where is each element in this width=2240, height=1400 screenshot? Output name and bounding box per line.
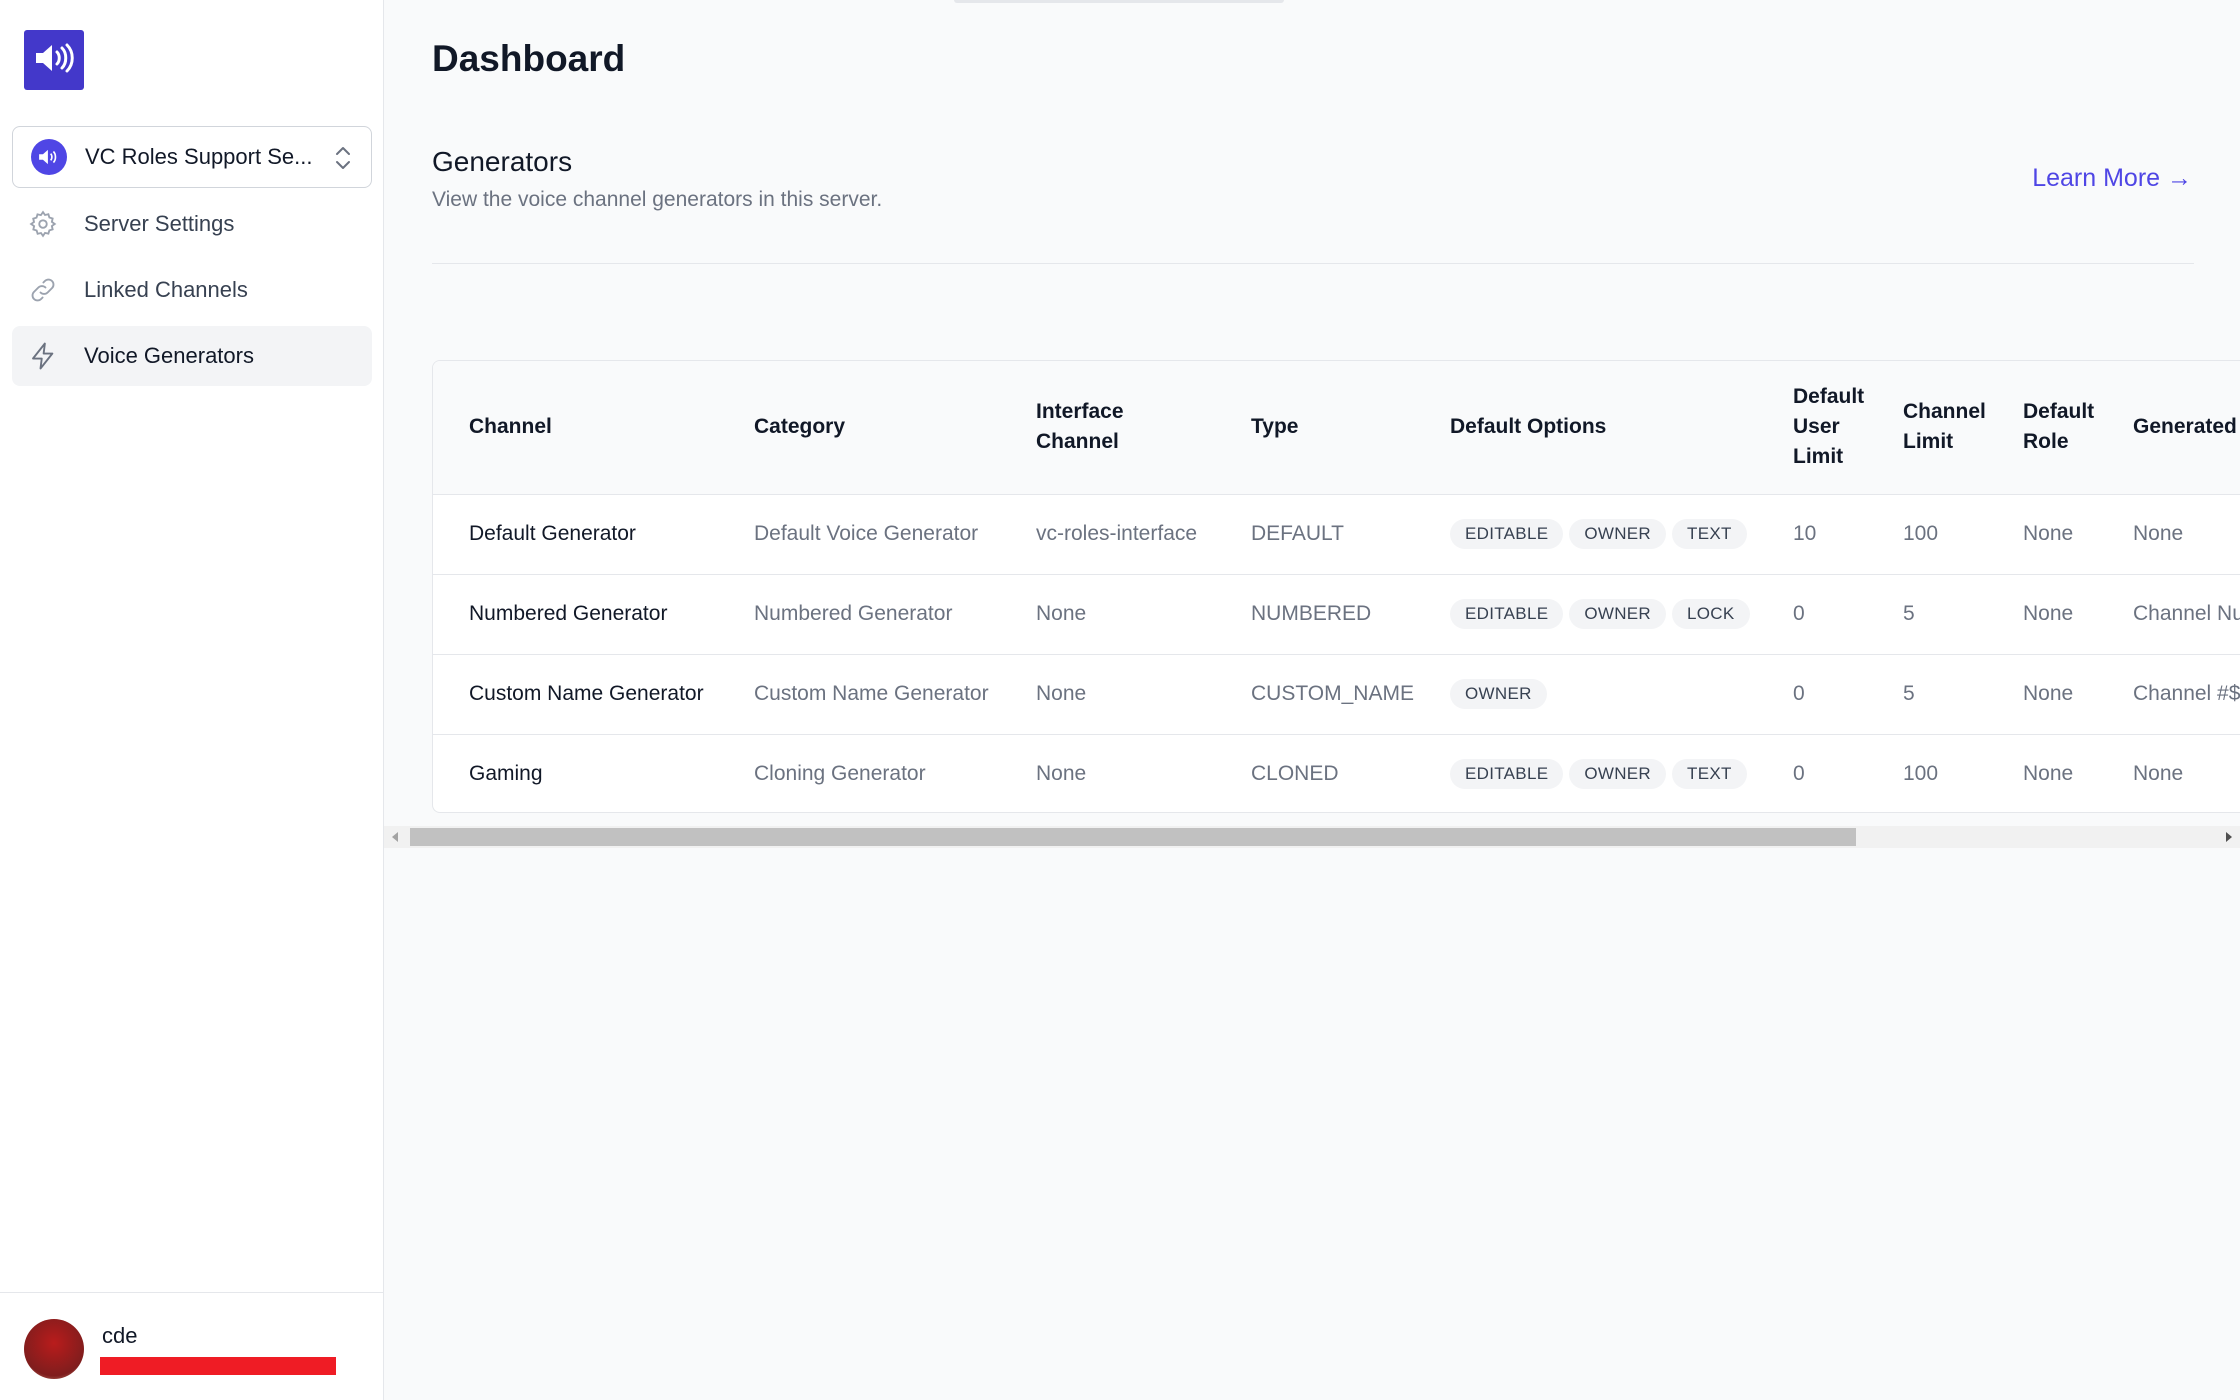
- cell-category: Custom Name Generator: [718, 654, 1000, 735]
- option-badge: EDITABLE: [1450, 519, 1564, 549]
- app-logo[interactable]: [24, 30, 84, 90]
- table-row[interactable]: Numbered Generator Numbered Generator None…: [433, 574, 2240, 655]
- table-header-row: Channel Category Interface Channel Type …: [433, 361, 2240, 495]
- table-row[interactable]: Default Generator Default Voice Generator…: [433, 494, 2240, 575]
- cell-user-limit: 0: [1793, 762, 1805, 786]
- option-badge: LOCK: [1672, 599, 1750, 629]
- cell-channel: Custom Name Generator: [433, 654, 718, 735]
- cell-type: CUSTOM_NAME: [1215, 654, 1414, 735]
- cell-options: EDITABLE OWNER LOCK: [1414, 574, 1757, 655]
- cell-interface: None: [1000, 654, 1215, 735]
- scrollbar-thumb[interactable]: [410, 828, 1856, 846]
- server-name: VC Roles Support Se...: [85, 144, 313, 169]
- cell-category: Default Voice Generator: [718, 494, 1000, 575]
- cell-generated: Channel #$: [2097, 654, 2240, 735]
- generators-table: Channel Category Interface Channel Type …: [433, 361, 2240, 812]
- lightning-icon: [26, 339, 60, 373]
- cell-type: CLONED: [1251, 762, 1339, 786]
- cell-channel-limit: 100: [1867, 494, 1987, 575]
- redacted-bar: [100, 1357, 336, 1375]
- page-title: Dashboard: [432, 38, 626, 79]
- sidebar-item-voice-generators[interactable]: Voice Generators: [12, 326, 372, 386]
- option-badge: EDITABLE: [1450, 759, 1564, 790]
- sidebar-item-label: Linked Channels: [84, 277, 248, 302]
- gear-icon: [26, 207, 60, 241]
- learn-more-link[interactable]: Learn More →: [2032, 164, 2192, 193]
- speaker-icon: [31, 139, 67, 175]
- cell-channel: Gaming: [469, 762, 543, 786]
- option-badge: OWNER: [1569, 759, 1667, 790]
- cell-channel: Numbered Generator: [433, 574, 718, 655]
- cell-user-limit: 10: [1757, 494, 1867, 575]
- cell-options: EDITABLE OWNER TEXT: [1414, 494, 1757, 575]
- table-row[interactable]: Custom Name Generator Custom Name Generat…: [433, 654, 2240, 735]
- cell-options: EDITABLE OWNER TEXT: [1414, 734, 1757, 812]
- table-row[interactable]: Gaming Cloning Generator None CLONED EDITABL…: [433, 734, 2240, 812]
- cell-interface: None: [1036, 762, 1087, 786]
- main-content: Dashboard Generators View the voice chan…: [384, 0, 2240, 1400]
- option-badge: OWNER: [1569, 599, 1667, 629]
- cell-user-limit: 0: [1757, 574, 1867, 655]
- column-header: Generated: [2097, 361, 2240, 495]
- cell-channel-limit: 5: [1867, 574, 1987, 655]
- cell-user-limit: 0: [1757, 654, 1867, 735]
- cell-generated: Channel Nu: [2097, 574, 2240, 655]
- chevron-up-down-icon: [333, 143, 353, 178]
- username: cde: [102, 1323, 138, 1348]
- cell-interface: None: [1000, 574, 1215, 655]
- column-header: Channel: [433, 361, 718, 495]
- horizontal-scrollbar[interactable]: [384, 826, 2240, 848]
- cell-category: Numbered Generator: [718, 574, 1000, 655]
- cell-type: DEFAULT: [1215, 494, 1414, 575]
- column-header: Default Options: [1414, 361, 1757, 495]
- sidebar-item-label: Server Settings: [84, 211, 235, 236]
- option-badge: TEXT: [1672, 519, 1747, 549]
- option-badge: TEXT: [1672, 759, 1747, 790]
- sidebar-item-label: Voice Generators: [84, 343, 254, 368]
- cell-interface: vc-roles-interface: [1000, 494, 1215, 575]
- speaker-icon: [34, 42, 74, 79]
- option-badge: OWNER: [1450, 679, 1547, 709]
- column-header: Interface Channel: [1000, 361, 1215, 495]
- cell-options: OWNER: [1414, 654, 1757, 735]
- option-badge: EDITABLE: [1450, 599, 1564, 629]
- column-header: Category: [718, 361, 1000, 495]
- link-icon: [26, 273, 60, 307]
- scroll-right-icon[interactable]: [2226, 832, 2232, 842]
- cell-generated: None: [2097, 494, 2240, 575]
- cell-channel-limit: 5: [1867, 654, 1987, 735]
- scroll-left-icon[interactable]: [392, 832, 398, 842]
- cell-role: None: [1987, 574, 2097, 655]
- cell-type: NUMBERED: [1215, 574, 1414, 655]
- cell-category: Cloning Generator: [754, 762, 926, 786]
- section-title: Generators: [432, 146, 573, 177]
- user-profile[interactable]: cde: [0, 1292, 384, 1400]
- column-header: Channel Limit: [1867, 361, 1987, 495]
- cell-role: None: [1987, 494, 2097, 575]
- sidebar-item-server-settings[interactable]: Server Settings: [12, 194, 372, 254]
- column-header: Default User Limit: [1757, 361, 1867, 495]
- section-description: View the voice channel generators in thi…: [432, 188, 883, 211]
- cell-generated: None: [2133, 762, 2184, 786]
- cell-role: None: [2023, 762, 2074, 786]
- sidebar: VC Roles Support Se... Server Settings L…: [0, 0, 384, 1400]
- column-header: Default Role: [1987, 361, 2097, 495]
- avatar: [24, 1319, 84, 1379]
- column-header: Type: [1215, 361, 1414, 495]
- sidebar-item-linked-channels[interactable]: Linked Channels: [12, 260, 372, 320]
- option-badge: OWNER: [1569, 519, 1667, 549]
- top-indicator: [954, 0, 1284, 3]
- cell-role: None: [1987, 654, 2097, 735]
- server-selector[interactable]: VC Roles Support Se...: [12, 126, 372, 188]
- cell-channel-limit: 100: [1903, 762, 1939, 786]
- generators-table-container: Channel Category Interface Channel Type …: [432, 360, 2240, 813]
- divider: [432, 263, 2194, 264]
- cell-channel: Default Generator: [433, 494, 718, 575]
